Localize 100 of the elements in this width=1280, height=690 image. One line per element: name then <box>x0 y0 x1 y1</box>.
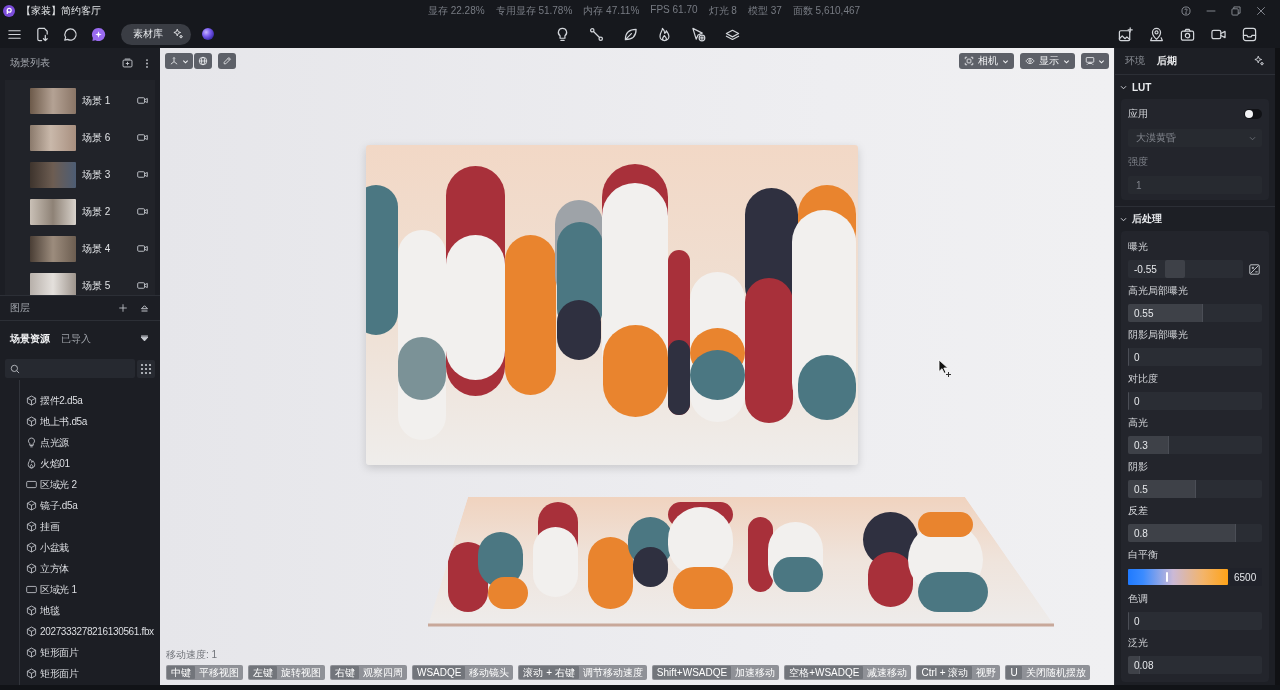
slider-value: 0 <box>1133 351 1140 363</box>
video-camera-icon[interactable] <box>137 207 148 216</box>
asset-name[interactable]: 区域光 2 <box>40 477 77 492</box>
slider-track[interactable]: 0.8 <box>1128 524 1262 542</box>
slider-track[interactable]: 0.5 <box>1128 480 1262 498</box>
scene-name[interactable]: 场景 1 <box>82 93 137 108</box>
asset-name[interactable]: 立方体 <box>40 561 69 576</box>
chevron-icon[interactable] <box>1120 216 1127 222</box>
scene-name[interactable]: 场景 6 <box>82 130 137 145</box>
video-camera-icon[interactable] <box>137 170 148 179</box>
cursor-icon <box>938 359 952 377</box>
scene-thumbnail <box>30 161 76 188</box>
leaf-icon[interactable] <box>622 26 638 42</box>
asset-name[interactable]: 地毯 <box>40 603 60 618</box>
slider-track[interactable]: 0.3 <box>1128 436 1262 454</box>
slider-thumb[interactable] <box>1165 260 1186 278</box>
video-camera-icon[interactable] <box>137 133 148 142</box>
asset-tab[interactable]: 已导入 <box>61 332 91 346</box>
orb-icon[interactable] <box>202 28 214 40</box>
flame-icon[interactable] <box>656 26 672 42</box>
hint-action: 调节移动速度 <box>582 666 643 679</box>
path-nodes-icon[interactable] <box>588 26 604 42</box>
video-camera-icon[interactable] <box>137 244 148 253</box>
asset-name[interactable]: 小盆栽 <box>40 540 69 555</box>
panel-tab[interactable]: 后期 <box>1157 54 1177 68</box>
camera-button[interactable]: 相机 <box>959 53 1014 69</box>
tray-icon[interactable] <box>1242 26 1257 42</box>
plus-icon[interactable] <box>118 303 128 313</box>
eyedropper-button[interactable] <box>218 53 236 69</box>
preset-dropdown[interactable]: 大漠黄昏 <box>1128 129 1262 147</box>
scene-thumbnail <box>30 87 76 114</box>
grid-view-icon[interactable] <box>137 359 155 378</box>
dropdown-caret-icon[interactable] <box>140 335 149 343</box>
asset-name[interactable]: 地上书.d5a <box>40 414 87 429</box>
slider-track[interactable]: -0.55 <box>1128 260 1243 278</box>
field-label: 阴影 <box>1128 460 1148 474</box>
sparkle-icon <box>172 28 184 40</box>
asset-name[interactable]: 摆件2.d5a <box>40 393 83 408</box>
chevron-icon[interactable] <box>1120 84 1127 90</box>
collapse-icon[interactable] <box>140 304 149 312</box>
ai-assistant-icon[interactable] <box>91 26 106 42</box>
video-camera-icon[interactable] <box>137 96 148 105</box>
hint-key: 空格+WSADQE <box>785 666 864 679</box>
scene-name[interactable]: 场景 2 <box>82 204 137 219</box>
asset-name[interactable]: 矩形面片 <box>40 666 79 681</box>
strength-input[interactable]: 1 <box>1128 176 1262 194</box>
map-pin-icon[interactable] <box>1149 26 1164 42</box>
slider-value: -0.55 <box>1133 263 1157 275</box>
field-label: 高光局部曝光 <box>1128 284 1188 298</box>
search-icon <box>10 363 20 374</box>
library-button[interactable]: 素材库 <box>121 23 191 45</box>
restore-icon[interactable] <box>1231 5 1241 16</box>
asset-name[interactable]: 点光源 <box>40 435 69 450</box>
slider-track[interactable]: 0.08 <box>1128 656 1262 674</box>
axis-button[interactable] <box>165 53 193 69</box>
slider-track[interactable]: 0 <box>1128 392 1262 410</box>
hint-key: 左键 <box>249 666 277 679</box>
toggle-switch[interactable] <box>1244 109 1262 119</box>
asset-name[interactable]: 区域光 1 <box>40 582 77 597</box>
hint-key: 滚动 + 右键 <box>519 666 579 679</box>
hint-action: 视野 <box>976 666 997 679</box>
gradient-slider[interactable] <box>1128 569 1228 585</box>
hint-action: 减速移动 <box>867 666 908 679</box>
scene-name[interactable]: 场景 4 <box>82 241 137 256</box>
close-icon[interactable] <box>1256 5 1266 16</box>
asset-name[interactable]: 镜子.d5a <box>40 498 78 513</box>
camera-icon[interactable] <box>1180 26 1195 42</box>
scene-name[interactable]: 场景 3 <box>82 167 137 182</box>
cube-icon <box>26 626 37 637</box>
stat-readout: 模型 37 <box>747 3 782 18</box>
asset-name[interactable]: 2027333278216130561.fbx <box>40 626 154 637</box>
cursor-plus-icon[interactable] <box>690 26 706 42</box>
asset-name[interactable]: 挂画 <box>40 519 60 534</box>
caret-icon <box>182 57 189 65</box>
slider-track[interactable]: 0 <box>1128 348 1262 366</box>
asset-tab[interactable]: 场景资源 <box>10 332 50 346</box>
slider-track[interactable]: 0 <box>1128 612 1262 630</box>
panel-tab[interactable]: 环境 <box>1125 54 1145 68</box>
image-sparkle-icon[interactable] <box>1118 26 1133 42</box>
light-bulb-icon <box>26 437 37 448</box>
asset-name[interactable]: 火焰01 <box>40 456 70 471</box>
reset-icon[interactable] <box>1249 263 1260 275</box>
display-button[interactable]: 显示 <box>1020 53 1075 69</box>
sparkle-icon[interactable] <box>1253 55 1265 67</box>
video-camera-icon[interactable] <box>137 281 148 290</box>
field-label: 色调 <box>1128 592 1148 606</box>
search-field[interactable] <box>5 359 135 378</box>
field-label: 高光 <box>1128 416 1148 430</box>
hint-action: 平移视图 <box>199 666 239 679</box>
add-scene-icon[interactable] <box>122 57 133 69</box>
cube-icon <box>26 521 37 532</box>
more-options-icon[interactable] <box>145 57 149 69</box>
chat-bubble-icon[interactable] <box>63 26 78 42</box>
asset-name[interactable]: 矩形面片 <box>40 645 79 660</box>
view-switch-button[interactable] <box>1081 53 1109 69</box>
scene-name[interactable]: 场景 5 <box>82 278 137 293</box>
help-icon[interactable] <box>1181 5 1191 16</box>
globe-button[interactable] <box>194 53 212 69</box>
file-import-icon[interactable] <box>35 26 50 42</box>
slider-track[interactable]: 0.55 <box>1128 304 1262 322</box>
